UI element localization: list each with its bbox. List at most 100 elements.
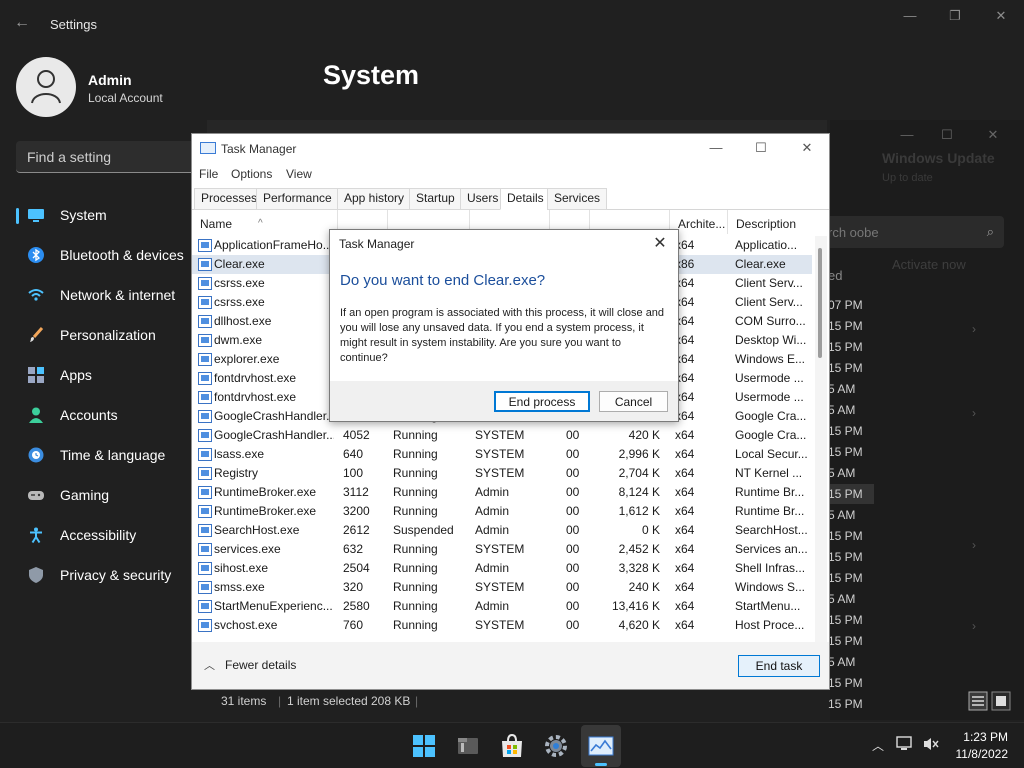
bg-search-text: rch oobe bbox=[828, 225, 879, 240]
avatar[interactable] bbox=[16, 57, 76, 117]
cell-arch: x64 bbox=[675, 314, 695, 328]
minimize-icon[interactable]: — bbox=[706, 140, 726, 158]
scrollbar-thumb[interactable] bbox=[818, 248, 822, 358]
bg-time-label: 15 PM bbox=[828, 697, 863, 711]
table-row[interactable]: SearchHost.exe 2612 Suspended Admin 00 0 K x64… bbox=[192, 521, 812, 540]
table-row[interactable]: GoogleCrashHandler.... 4052 Running SYSTEM 0… bbox=[192, 426, 812, 445]
minimize-icon[interactable]: — bbox=[898, 8, 922, 28]
table-row[interactable]: StartMenuExperienc... 2580 Running Admin 00 1… bbox=[192, 597, 812, 616]
cell-name: StartMenuExperienc... bbox=[214, 599, 333, 613]
settings-gear-icon[interactable] bbox=[541, 731, 571, 761]
windows-start-icon[interactable] bbox=[409, 731, 439, 761]
back-arrow-icon[interactable]: ← bbox=[14, 14, 34, 34]
chevron-up-icon[interactable]: ︿ bbox=[204, 657, 215, 673]
cell-mem: 4,620 K bbox=[618, 618, 660, 632]
close-icon[interactable]: ✕ bbox=[797, 140, 817, 158]
nav-item-system[interactable]: System bbox=[16, 196, 196, 236]
cell-arch: x64 bbox=[675, 390, 695, 404]
table-row[interactable]: sihost.exe 2504 Running Admin 00 3,328 K x64 Sh… bbox=[192, 559, 812, 578]
cell-name: Clear.exe bbox=[214, 257, 265, 271]
close-icon[interactable]: ✕ bbox=[650, 233, 670, 253]
bg-minimize-icon[interactable]: — bbox=[895, 127, 919, 147]
table-row[interactable]: RuntimeBroker.exe 3112 Running Admin 00 8,124… bbox=[192, 483, 812, 502]
clock-time[interactable]: 1:23 PM bbox=[962, 730, 1008, 744]
menu-file[interactable]: File bbox=[199, 167, 218, 181]
nav-item-privacy[interactable]: Privacy & security bbox=[16, 556, 196, 596]
table-row[interactable]: lsass.exe 640 Running SYSTEM 00 2,996 K x64 Loc… bbox=[192, 445, 812, 464]
cell-user: SYSTEM bbox=[475, 542, 525, 556]
tab-users[interactable]: Users bbox=[460, 188, 506, 210]
selection-size: 208 KB bbox=[371, 694, 411, 708]
store-icon[interactable] bbox=[497, 731, 527, 761]
cell-desc: Desktop Wi... bbox=[735, 333, 807, 347]
cell-pid: 2612 bbox=[343, 523, 370, 537]
cell-name: lsass.exe bbox=[214, 447, 265, 461]
table-row[interactable]: smss.exe 320 Running SYSTEM 00 240 K x64 Window… bbox=[192, 578, 812, 597]
nav-item-time-language[interactable]: Time & language bbox=[16, 436, 196, 476]
nav-item-bluetooth[interactable]: Bluetooth & devices bbox=[16, 236, 196, 276]
cancel-button[interactable]: Cancel bbox=[599, 391, 668, 412]
volume-muted-icon[interactable] bbox=[922, 736, 940, 752]
cell-status: Running bbox=[393, 466, 438, 480]
nav-item-personalization[interactable]: Personalization bbox=[16, 316, 196, 356]
end-task-button[interactable]: End task bbox=[738, 655, 820, 677]
menu-options[interactable]: Options bbox=[231, 167, 272, 181]
tab-processes[interactable]: Processes bbox=[194, 188, 265, 210]
nav-item-accounts[interactable]: Accounts bbox=[16, 396, 196, 436]
windows-update-title: Windows Update bbox=[882, 150, 995, 166]
tab-startup[interactable]: Startup bbox=[409, 188, 462, 210]
wifi-icon bbox=[28, 289, 44, 301]
bg-close-icon[interactable]: ✕ bbox=[981, 127, 1005, 147]
view-toggle[interactable] bbox=[968, 690, 1012, 712]
bg-time-label: 07 PM bbox=[828, 298, 863, 312]
cell-user: Admin bbox=[475, 599, 510, 613]
chevron-right-icon[interactable]: › bbox=[972, 406, 976, 420]
cell-desc: COM Surro... bbox=[735, 314, 806, 328]
bluetooth-icon bbox=[28, 247, 44, 263]
tab-details[interactable]: Details bbox=[500, 188, 551, 210]
tab-app-history[interactable]: App history bbox=[337, 188, 412, 210]
cell-mem: 3,328 K bbox=[618, 561, 660, 575]
maximize-icon[interactable]: ❐ bbox=[943, 8, 967, 28]
chevron-up-icon[interactable]: ︿ bbox=[872, 737, 884, 754]
end-process-button[interactable]: End process bbox=[494, 391, 590, 412]
chevron-right-icon[interactable]: › bbox=[972, 538, 976, 552]
bg-search-box[interactable]: rch oobe ⌕ bbox=[820, 216, 1004, 248]
process-icon bbox=[198, 296, 212, 309]
close-icon[interactable]: ✕ bbox=[989, 8, 1013, 28]
table-row[interactable]: RuntimeBroker.exe 3200 Running Admin 00 1,612… bbox=[192, 502, 812, 521]
menu-view[interactable]: View bbox=[286, 167, 312, 181]
table-row[interactable]: svchost.exe 760 Running SYSTEM 00 4,620 K x64 H… bbox=[192, 616, 812, 635]
maximize-icon[interactable]: ☐ bbox=[751, 140, 771, 158]
tab-services[interactable]: Services bbox=[547, 188, 608, 210]
cell-mem: 420 K bbox=[628, 428, 660, 442]
clock-date[interactable]: 11/8/2022 bbox=[950, 747, 1009, 761]
chevron-right-icon[interactable]: › bbox=[972, 322, 976, 336]
nav-label: Time & language bbox=[60, 447, 166, 463]
cell-user: SYSTEM bbox=[475, 580, 525, 594]
nav-item-network[interactable]: Network & internet bbox=[16, 276, 196, 316]
table-row[interactable]: Registry 100 Running SYSTEM 00 2,704 K x64 NT K… bbox=[192, 464, 812, 483]
nav-item-gaming[interactable]: Gaming bbox=[16, 476, 196, 516]
column-header-description[interactable]: Description bbox=[728, 210, 816, 234]
column-header-name[interactable]: Name ^ bbox=[192, 210, 338, 234]
cell-user: SYSTEM bbox=[475, 466, 525, 480]
nav-item-apps[interactable]: Apps bbox=[16, 356, 196, 396]
user-name: Admin bbox=[88, 72, 132, 88]
dialog-title: Task Manager bbox=[339, 237, 415, 251]
cell-arch: x64 bbox=[675, 428, 695, 442]
cell-cpu: 00 bbox=[566, 523, 580, 537]
fewer-details-link[interactable]: Fewer details bbox=[225, 658, 296, 672]
nav-item-accessibility[interactable]: Accessibility bbox=[16, 516, 196, 556]
file-explorer-icon[interactable] bbox=[453, 731, 483, 761]
tab-performance[interactable]: Performance bbox=[256, 188, 339, 210]
vertical-scrollbar[interactable] bbox=[815, 236, 827, 642]
taskbar: ︿ 1:23 PM 11/8/2022 bbox=[0, 722, 1024, 768]
table-row[interactable]: services.exe 632 Running SYSTEM 00 2,452 K x64… bbox=[192, 540, 812, 559]
network-icon[interactable] bbox=[896, 736, 914, 752]
bg-maximize-icon[interactable]: ☐ bbox=[935, 127, 959, 147]
task-manager-icon[interactable] bbox=[586, 731, 616, 761]
cell-cpu: 00 bbox=[566, 447, 580, 461]
chevron-right-icon[interactable]: › bbox=[972, 619, 976, 633]
find-setting-input[interactable]: Find a setting bbox=[16, 141, 196, 173]
